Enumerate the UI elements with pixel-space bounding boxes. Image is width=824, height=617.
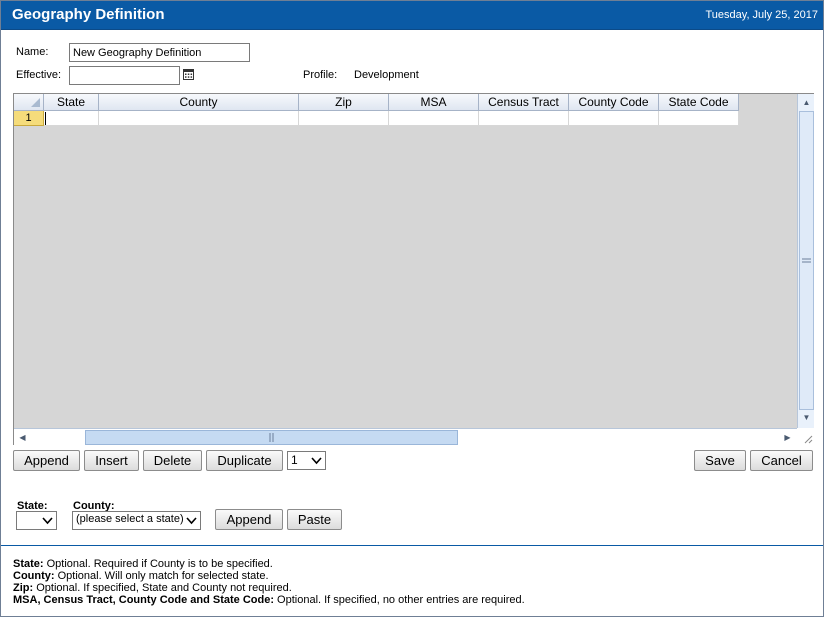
effective-date-field[interactable] [69,66,180,85]
column-header-state-code[interactable]: State Code [659,94,739,111]
column-header-zip[interactable]: Zip [299,94,389,111]
column-header-census-tract[interactable]: Census Tract [479,94,569,111]
geography-grid[interactable]: State County Zip MSA Census Tract County… [13,93,814,445]
save-button[interactable]: Save [694,450,746,471]
chevron-down-icon [186,517,197,525]
arrow-left-icon[interactable]: ◀ [15,430,30,445]
help-county: County: Optional. Will only match for se… [13,570,269,582]
help-state: State: Optional. Required if County is t… [13,558,273,570]
calendar-icon[interactable] [183,69,194,80]
cell-county[interactable] [99,111,299,126]
text-cursor [45,112,46,125]
resize-grip-icon[interactable] [797,428,814,445]
effective-label: Effective: [16,69,62,81]
cell-county-code[interactable] [569,111,659,126]
chevron-down-icon [311,457,322,465]
append-geography-button[interactable]: Append [215,509,283,530]
duplicate-row-button[interactable]: Duplicate [206,450,283,471]
insert-row-button[interactable]: Insert [84,450,139,471]
cell-state-code[interactable] [659,111,739,126]
profile-label: Profile: [303,69,338,81]
name-label: Name: [16,46,49,58]
arrow-up-icon[interactable]: ▲ [799,95,814,110]
column-header-county-code[interactable]: County Code [569,94,659,111]
county-select[interactable]: (please select a state) [72,511,201,530]
state-select[interactable] [16,511,57,530]
cell-zip[interactable] [299,111,389,126]
cell-msa[interactable] [389,111,479,126]
arrow-down-icon[interactable]: ▼ [799,410,814,425]
geography-definition-window: Geography Definition Tuesday, July 25, 2… [0,0,824,617]
column-header-state[interactable]: State [44,94,99,111]
county-select-value: (please select a state) [76,513,184,525]
help-codes: MSA, Census Tract, County Code and State… [13,594,525,606]
select-all-corner[interactable] [14,94,44,111]
append-row-button[interactable]: Append [13,450,80,471]
name-field[interactable] [69,43,250,62]
current-date: Tuesday, July 25, 2017 [705,9,818,21]
chevron-down-icon [42,517,53,525]
page-title: Geography Definition [12,6,165,23]
grip-icon [802,258,811,263]
title-bar: Geography Definition Tuesday, July 25, 2… [1,1,823,30]
cell-census-tract[interactable] [479,111,569,126]
vertical-scrollbar[interactable]: ▲ ▼ [797,94,814,428]
row-number[interactable]: 1 [14,111,44,126]
column-header-msa[interactable]: MSA [389,94,479,111]
cell-state[interactable] [44,111,99,126]
footer-divider [1,545,823,546]
grip-icon [269,433,274,442]
arrow-right-icon[interactable]: ▶ [780,430,795,445]
delete-row-button[interactable]: Delete [143,450,202,471]
horizontal-scrollbar[interactable]: ◀ ▶ [14,428,797,445]
paste-button[interactable]: Paste [287,509,342,530]
horizontal-scroll-thumb[interactable] [85,430,458,445]
duplicate-count-value: 1 [291,453,298,467]
duplicate-count-select[interactable]: 1 [287,451,326,470]
cancel-button[interactable]: Cancel [750,450,813,471]
vertical-scroll-thumb[interactable] [799,111,814,410]
help-zip: Zip: Optional. If specified, State and C… [13,582,292,594]
profile-value: Development [354,69,419,81]
column-header-county[interactable]: County [99,94,299,111]
